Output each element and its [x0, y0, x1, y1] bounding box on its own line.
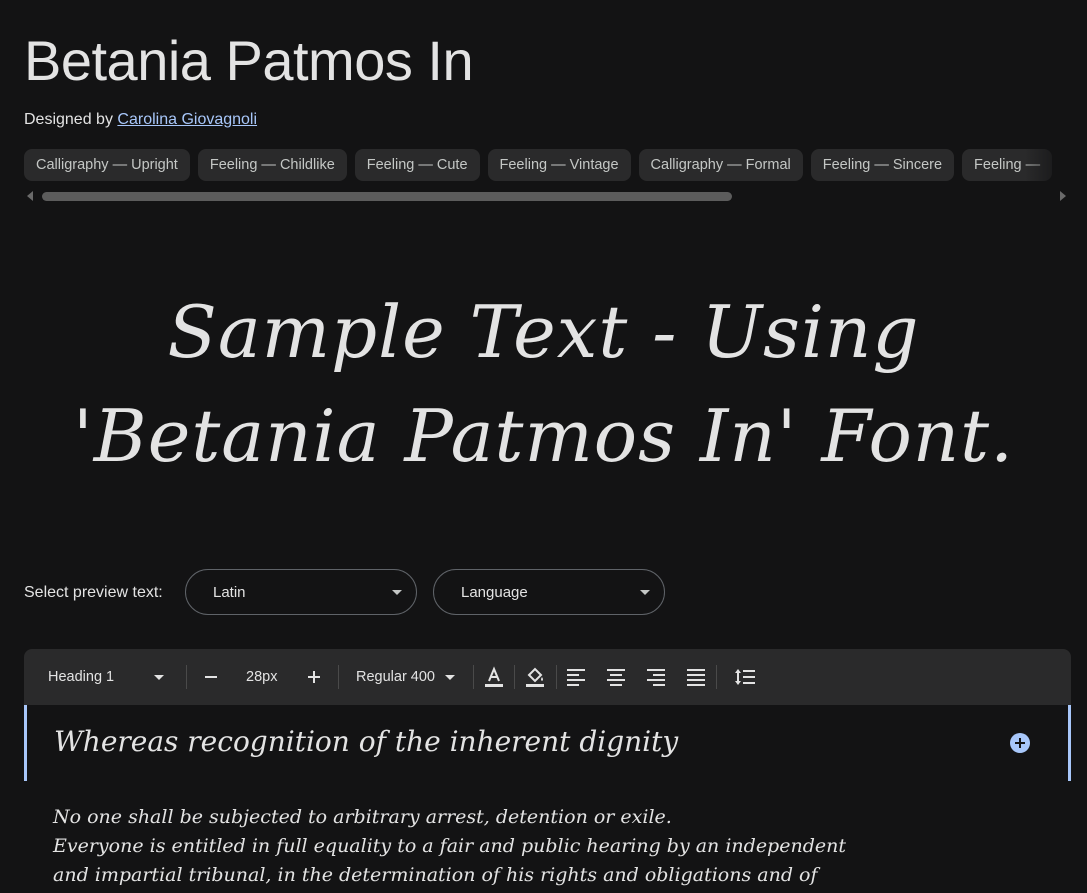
preview-label: Select preview text:	[24, 584, 163, 601]
align-justify-icon[interactable]	[684, 665, 708, 689]
increase-size-icon[interactable]	[302, 665, 326, 689]
text-style-value: Heading 1	[48, 669, 115, 685]
language-select[interactable]: Language	[433, 569, 665, 615]
sample-line-1: Sample Text - Using	[167, 290, 920, 374]
scroll-right-arrow-icon[interactable]	[1060, 191, 1066, 201]
tag-chip[interactable]: Feeling — Childlike	[197, 149, 347, 181]
align-center-icon[interactable]	[604, 665, 628, 689]
add-circle-icon[interactable]	[1010, 733, 1030, 753]
tag-chip[interactable]: Calligraphy — Formal	[638, 149, 803, 181]
tags-scrollbar[interactable]	[42, 192, 732, 201]
highlight-color-icon[interactable]	[523, 665, 547, 689]
toolbar-divider	[338, 665, 339, 689]
toolbar-divider	[556, 665, 557, 689]
script-select-value: Latin	[213, 584, 246, 601]
tag-chip[interactable]: Feeling — Sincere	[810, 149, 955, 181]
script-select[interactable]: Latin	[185, 569, 417, 615]
align-left-icon[interactable]	[564, 665, 588, 689]
font-weight-select[interactable]: Regular 400	[356, 649, 456, 705]
toolbar-divider	[186, 665, 187, 689]
designer-line: Designed by Carolina Giovagnoli	[24, 111, 257, 129]
toolbar-divider	[716, 665, 717, 689]
font-weight-value: Regular 400	[356, 669, 435, 685]
decrease-size-icon[interactable]	[199, 665, 223, 689]
chevron-down-icon	[392, 590, 402, 595]
editor-heading-text[interactable]: Whereas recognition of the inherent dign…	[54, 725, 678, 758]
chevron-down-icon	[640, 590, 650, 595]
font-title: Betania Patmos In	[24, 29, 474, 92]
designer-prefix: Designed by	[24, 111, 113, 128]
font-size-value[interactable]: 28px	[246, 649, 277, 705]
sample-line-2: 'Betania Patmos In' Font.	[73, 394, 1014, 478]
chevron-down-icon	[154, 674, 165, 680]
align-right-icon[interactable]	[644, 665, 668, 689]
toolbar-divider	[514, 665, 515, 689]
tag-chip[interactable]: Feeling —	[962, 149, 1053, 181]
language-select-value: Language	[461, 584, 528, 601]
editor-toolbar: Heading 1 28px Regular 400	[24, 649, 1071, 705]
tag-list: Calligraphy — Upright Feeling — Childlik…	[24, 149, 1075, 182]
scroll-left-arrow-icon[interactable]	[27, 191, 33, 201]
editor-body-text[interactable]: No one shall be subjected to arbitrary a…	[53, 803, 1053, 890]
designer-link[interactable]: Carolina Giovagnoli	[117, 111, 257, 128]
tag-chip[interactable]: Feeling — Cute	[354, 149, 480, 181]
line-height-icon[interactable]	[733, 665, 757, 689]
body-line: Everyone is entitled in full equality to…	[53, 835, 846, 857]
chevron-down-icon	[445, 674, 456, 680]
tag-chip[interactable]: Calligraphy — Upright	[24, 149, 190, 181]
text-color-icon[interactable]	[482, 665, 506, 689]
text-style-select[interactable]: Heading 1	[48, 649, 165, 705]
editor-heading-block[interactable]: Whereas recognition of the inherent dign…	[24, 705, 1071, 781]
sample-text[interactable]: Sample Text - Using 'Betania Patmos In' …	[0, 280, 1087, 488]
body-line: and impartial tribunal, in the determina…	[53, 864, 818, 886]
body-line: No one shall be subjected to arbitrary a…	[53, 806, 672, 828]
tag-chip[interactable]: Feeling — Vintage	[487, 149, 631, 181]
toolbar-divider	[473, 665, 474, 689]
